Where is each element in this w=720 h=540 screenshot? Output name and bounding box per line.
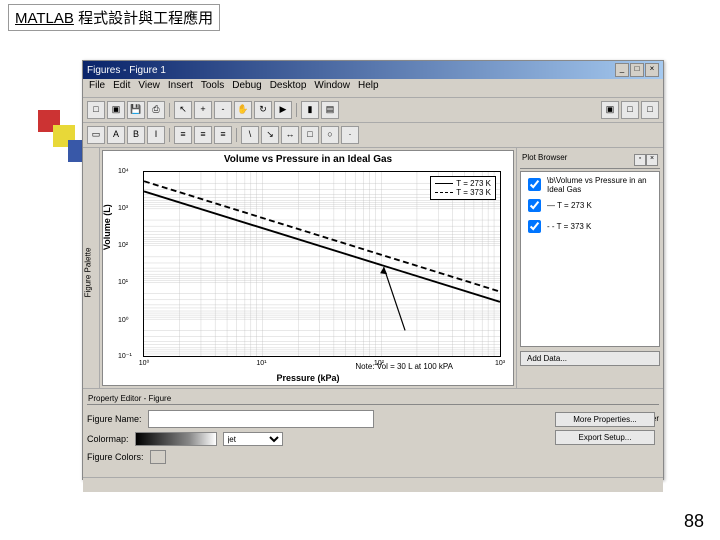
new-icon[interactable]: □ [87,101,105,119]
italic-i-icon[interactable]: I [147,126,165,144]
menu-desktop[interactable]: Desktop [270,80,307,96]
y-axis-label: Volume (L) [102,204,112,250]
align-right-icon[interactable]: ≡ [214,126,232,144]
rotate-icon[interactable]: ↻ [254,101,272,119]
pointer-icon[interactable]: ↖ [174,101,192,119]
menu-insert[interactable]: Insert [168,80,193,96]
panel-close-icon[interactable]: × [646,154,658,166]
property-editor-panel: Property Editor - Figure Figure Name: Sh… [83,388,663,477]
annotation-text: Note: Vol = 30 L at 100 kPA [355,362,453,371]
more-properties-button[interactable]: More Properties... [555,412,655,427]
text-a-icon[interactable]: A [107,126,125,144]
annotation-toolbar: ▭ A B I ≡ ≡ ≡ \ ↘ ↔ □ ○ · [83,123,663,148]
legend[interactable]: T = 273 K T = 373 K [430,176,496,200]
status-bar [83,477,663,492]
menu-tools[interactable]: Tools [201,80,224,96]
slide-title: MATLAB 程式設計與工程應用 [8,4,220,31]
menubar: File Edit View Insert Tools Debug Deskto… [83,79,663,98]
colormap-label: Colormap: [87,434,129,444]
colormap-select[interactable]: jet [223,432,283,446]
titlebar[interactable]: Figures - Figure 1 _ □ × [83,61,663,79]
align-center-icon[interactable]: ≡ [194,126,212,144]
plot-axes[interactable]: Volume vs Pressure in an Ideal Gas Volum… [102,150,514,386]
data-cursor-icon[interactable]: ▶ [274,101,292,119]
figure-name-label: Figure Name: [87,414,142,424]
arrow-icon[interactable]: ↘ [261,126,279,144]
figure-color-swatch[interactable] [150,450,166,464]
maximize-button[interactable]: □ [630,63,644,77]
align-left-icon[interactable]: ≡ [174,126,192,144]
figure-palette-tab[interactable]: Figure Palette [83,148,100,388]
rect-icon[interactable]: □ [301,126,319,144]
figure-colors-label: Figure Colors: [87,452,144,462]
menu-help[interactable]: Help [358,80,379,96]
checkbox-series1[interactable] [528,199,541,212]
close-button[interactable]: × [645,63,659,77]
line-icon[interactable]: \ [241,126,259,144]
list-item: \b\Volume vs Pressure in an Ideal Gas [523,174,657,195]
main-toolbar: □ ▣ 💾 ⎙ ↖ + - ✋ ↻ ▶ ▮ ▤ ▣ □ □ [83,98,663,123]
legend-icon[interactable]: ▤ [321,101,339,119]
list-item: - - T = 373 K [523,216,657,237]
ellipse-icon[interactable]: ○ [321,126,339,144]
chart-body: 10⁴ 10³ 10² 10¹ 10⁰ 10⁻¹ 10⁰ 10¹ 10² 10³… [143,171,501,357]
colorbar-icon[interactable]: ▮ [301,101,319,119]
bold-b-icon[interactable]: B [127,126,145,144]
plot-browser-title: Plot Browser [522,153,567,166]
layout2-icon[interactable]: □ [641,101,659,119]
menu-file[interactable]: File [89,80,105,96]
property-editor-title: Property Editor - Figure [87,393,659,405]
save-icon[interactable]: 💾 [127,101,145,119]
menu-edit[interactable]: Edit [113,80,130,96]
zoom-out-icon[interactable]: - [214,101,232,119]
menu-view[interactable]: View [138,80,160,96]
x-axis-label: Pressure (kPa) [276,373,339,383]
colormap-preview [135,432,217,446]
layout-icon[interactable]: □ [621,101,639,119]
dock-icon[interactable]: ▣ [601,101,619,119]
export-setup-button[interactable]: Export Setup... [555,430,655,445]
menu-debug[interactable]: Debug [232,80,261,96]
annotation-arrow [384,267,405,330]
plot-browser-list[interactable]: \b\Volume vs Pressure in an Ideal Gas — … [520,171,660,347]
panel-undock-icon[interactable]: ▫ [634,154,646,166]
checkbox-series2[interactable] [528,220,541,233]
zoom-in-icon[interactable]: + [194,101,212,119]
open-icon[interactable]: ▣ [107,101,125,119]
minimize-button[interactable]: _ [615,63,629,77]
pan-icon[interactable]: ✋ [234,101,252,119]
menu-window[interactable]: Window [314,80,350,96]
series-273k [144,191,500,301]
print-icon[interactable]: ⎙ [147,101,165,119]
checkbox-axes[interactable] [528,178,541,191]
plot-browser-panel: Plot Browser ▫× \b\Volume vs Pressure in… [516,148,663,388]
figure-name-input[interactable] [148,410,374,428]
matlab-figure-window: Figures - Figure 1 _ □ × File Edit View … [82,60,664,480]
double-arrow-icon[interactable]: ↔ [281,126,299,144]
list-item: — T = 273 K [523,195,657,216]
pin-icon[interactable]: · [341,126,359,144]
select-icon[interactable]: ▭ [87,126,105,144]
chart-title: Volume vs Pressure in an Ideal Gas [103,151,513,168]
window-title: Figures - Figure 1 [87,65,166,76]
add-data-button[interactable]: Add Data... [520,351,660,366]
page-number: 88 [684,511,704,532]
